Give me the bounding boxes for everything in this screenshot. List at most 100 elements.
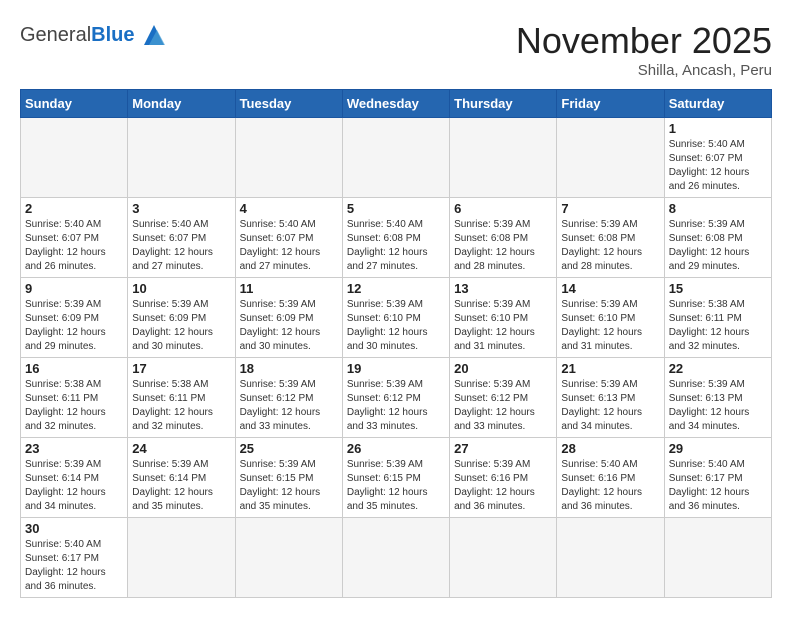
weekday-header-row: Sunday Monday Tuesday Wednesday Thursday…	[21, 90, 772, 118]
logo-general-text: General	[20, 24, 91, 47]
day-info-2: Sunrise: 5:40 AM Sunset: 6:07 PM Dayligh…	[25, 218, 123, 274]
day-number-2: 2	[25, 201, 123, 216]
empty-cell	[342, 118, 449, 198]
day-number-10: 10	[132, 281, 230, 296]
header-friday: Friday	[557, 90, 664, 118]
empty-cell	[235, 118, 342, 198]
day-cell-11: 11 Sunrise: 5:39 AM Sunset: 6:09 PM Dayl…	[235, 278, 342, 358]
day-info-20: Sunrise: 5:39 AM Sunset: 6:12 PM Dayligh…	[454, 378, 552, 434]
calendar-row: 16 Sunrise: 5:38 AM Sunset: 6:11 PM Dayl…	[21, 358, 772, 438]
day-info-8: Sunrise: 5:39 AM Sunset: 6:08 PM Dayligh…	[669, 218, 767, 274]
calendar-row: 23 Sunrise: 5:39 AM Sunset: 6:14 PM Dayl…	[21, 438, 772, 518]
logo-blue-text: Blue	[91, 24, 134, 47]
month-title: November 2025	[516, 20, 772, 62]
day-info-16: Sunrise: 5:38 AM Sunset: 6:11 PM Dayligh…	[25, 378, 123, 434]
day-cell-30: 30 Sunrise: 5:40 AM Sunset: 6:17 PM Dayl…	[21, 518, 128, 598]
day-cell-5: 5 Sunrise: 5:40 AM Sunset: 6:08 PM Dayli…	[342, 198, 449, 278]
title-area: November 2025 Shilla, Ancash, Peru	[516, 20, 772, 79]
day-number-24: 24	[132, 441, 230, 456]
day-info-1: Sunrise: 5:40 AM Sunset: 6:07 PM Dayligh…	[669, 138, 767, 194]
header-tuesday: Tuesday	[235, 90, 342, 118]
day-cell-29: 29 Sunrise: 5:40 AM Sunset: 6:17 PM Dayl…	[664, 438, 771, 518]
day-info-22: Sunrise: 5:39 AM Sunset: 6:13 PM Dayligh…	[669, 378, 767, 434]
day-number-21: 21	[561, 361, 659, 376]
day-info-14: Sunrise: 5:39 AM Sunset: 6:10 PM Dayligh…	[561, 298, 659, 354]
day-info-13: Sunrise: 5:39 AM Sunset: 6:10 PM Dayligh…	[454, 298, 552, 354]
day-cell-4: 4 Sunrise: 5:40 AM Sunset: 6:07 PM Dayli…	[235, 198, 342, 278]
day-number-11: 11	[240, 281, 338, 296]
day-cell-27: 27 Sunrise: 5:39 AM Sunset: 6:16 PM Dayl…	[450, 438, 557, 518]
day-info-5: Sunrise: 5:40 AM Sunset: 6:08 PM Dayligh…	[347, 218, 445, 274]
day-cell-20: 20 Sunrise: 5:39 AM Sunset: 6:12 PM Dayl…	[450, 358, 557, 438]
day-cell-23: 23 Sunrise: 5:39 AM Sunset: 6:14 PM Dayl…	[21, 438, 128, 518]
day-number-22: 22	[669, 361, 767, 376]
day-number-17: 17	[132, 361, 230, 376]
calendar-row: 30 Sunrise: 5:40 AM Sunset: 6:17 PM Dayl…	[21, 518, 772, 598]
day-cell-24: 24 Sunrise: 5:39 AM Sunset: 6:14 PM Dayl…	[128, 438, 235, 518]
day-number-23: 23	[25, 441, 123, 456]
location-subtitle: Shilla, Ancash, Peru	[516, 62, 772, 79]
day-cell-19: 19 Sunrise: 5:39 AM Sunset: 6:12 PM Dayl…	[342, 358, 449, 438]
logo-icon	[139, 20, 169, 50]
day-number-20: 20	[454, 361, 552, 376]
day-cell-13: 13 Sunrise: 5:39 AM Sunset: 6:10 PM Dayl…	[450, 278, 557, 358]
empty-cell	[235, 518, 342, 598]
day-info-10: Sunrise: 5:39 AM Sunset: 6:09 PM Dayligh…	[132, 298, 230, 354]
day-info-19: Sunrise: 5:39 AM Sunset: 6:12 PM Dayligh…	[347, 378, 445, 434]
calendar-row: 1 Sunrise: 5:40 AM Sunset: 6:07 PM Dayli…	[21, 118, 772, 198]
header-thursday: Thursday	[450, 90, 557, 118]
day-number-16: 16	[25, 361, 123, 376]
empty-cell	[450, 518, 557, 598]
logo-area: General Blue	[20, 20, 169, 50]
day-info-6: Sunrise: 5:39 AM Sunset: 6:08 PM Dayligh…	[454, 218, 552, 274]
empty-cell	[342, 518, 449, 598]
day-info-4: Sunrise: 5:40 AM Sunset: 6:07 PM Dayligh…	[240, 218, 338, 274]
day-info-30: Sunrise: 5:40 AM Sunset: 6:17 PM Dayligh…	[25, 538, 123, 594]
day-cell-10: 10 Sunrise: 5:39 AM Sunset: 6:09 PM Dayl…	[128, 278, 235, 358]
day-number-29: 29	[669, 441, 767, 456]
day-cell-15: 15 Sunrise: 5:38 AM Sunset: 6:11 PM Dayl…	[664, 278, 771, 358]
day-cell-16: 16 Sunrise: 5:38 AM Sunset: 6:11 PM Dayl…	[21, 358, 128, 438]
day-cell-1: 1 Sunrise: 5:40 AM Sunset: 6:07 PM Dayli…	[664, 118, 771, 198]
empty-cell	[128, 518, 235, 598]
day-cell-6: 6 Sunrise: 5:39 AM Sunset: 6:08 PM Dayli…	[450, 198, 557, 278]
day-number-28: 28	[561, 441, 659, 456]
day-number-27: 27	[454, 441, 552, 456]
day-cell-8: 8 Sunrise: 5:39 AM Sunset: 6:08 PM Dayli…	[664, 198, 771, 278]
day-info-15: Sunrise: 5:38 AM Sunset: 6:11 PM Dayligh…	[669, 298, 767, 354]
day-info-23: Sunrise: 5:39 AM Sunset: 6:14 PM Dayligh…	[25, 458, 123, 514]
day-number-25: 25	[240, 441, 338, 456]
day-info-24: Sunrise: 5:39 AM Sunset: 6:14 PM Dayligh…	[132, 458, 230, 514]
day-info-26: Sunrise: 5:39 AM Sunset: 6:15 PM Dayligh…	[347, 458, 445, 514]
day-cell-9: 9 Sunrise: 5:39 AM Sunset: 6:09 PM Dayli…	[21, 278, 128, 358]
day-cell-28: 28 Sunrise: 5:40 AM Sunset: 6:16 PM Dayl…	[557, 438, 664, 518]
header-monday: Monday	[128, 90, 235, 118]
header-wednesday: Wednesday	[342, 90, 449, 118]
day-number-15: 15	[669, 281, 767, 296]
calendar-row: 9 Sunrise: 5:39 AM Sunset: 6:09 PM Dayli…	[21, 278, 772, 358]
calendar-table: Sunday Monday Tuesday Wednesday Thursday…	[20, 89, 772, 598]
day-number-1: 1	[669, 121, 767, 136]
header-sunday: Sunday	[21, 90, 128, 118]
day-cell-7: 7 Sunrise: 5:39 AM Sunset: 6:08 PM Dayli…	[557, 198, 664, 278]
day-number-8: 8	[669, 201, 767, 216]
day-info-29: Sunrise: 5:40 AM Sunset: 6:17 PM Dayligh…	[669, 458, 767, 514]
empty-cell	[557, 118, 664, 198]
day-info-7: Sunrise: 5:39 AM Sunset: 6:08 PM Dayligh…	[561, 218, 659, 274]
day-info-12: Sunrise: 5:39 AM Sunset: 6:10 PM Dayligh…	[347, 298, 445, 354]
day-info-27: Sunrise: 5:39 AM Sunset: 6:16 PM Dayligh…	[454, 458, 552, 514]
day-info-9: Sunrise: 5:39 AM Sunset: 6:09 PM Dayligh…	[25, 298, 123, 354]
day-number-14: 14	[561, 281, 659, 296]
calendar-row: 2 Sunrise: 5:40 AM Sunset: 6:07 PM Dayli…	[21, 198, 772, 278]
day-number-13: 13	[454, 281, 552, 296]
day-cell-21: 21 Sunrise: 5:39 AM Sunset: 6:13 PM Dayl…	[557, 358, 664, 438]
day-number-7: 7	[561, 201, 659, 216]
day-cell-14: 14 Sunrise: 5:39 AM Sunset: 6:10 PM Dayl…	[557, 278, 664, 358]
empty-cell	[450, 118, 557, 198]
day-number-5: 5	[347, 201, 445, 216]
day-info-28: Sunrise: 5:40 AM Sunset: 6:16 PM Dayligh…	[561, 458, 659, 514]
empty-cell	[21, 118, 128, 198]
day-cell-17: 17 Sunrise: 5:38 AM Sunset: 6:11 PM Dayl…	[128, 358, 235, 438]
day-number-9: 9	[25, 281, 123, 296]
header-saturday: Saturday	[664, 90, 771, 118]
